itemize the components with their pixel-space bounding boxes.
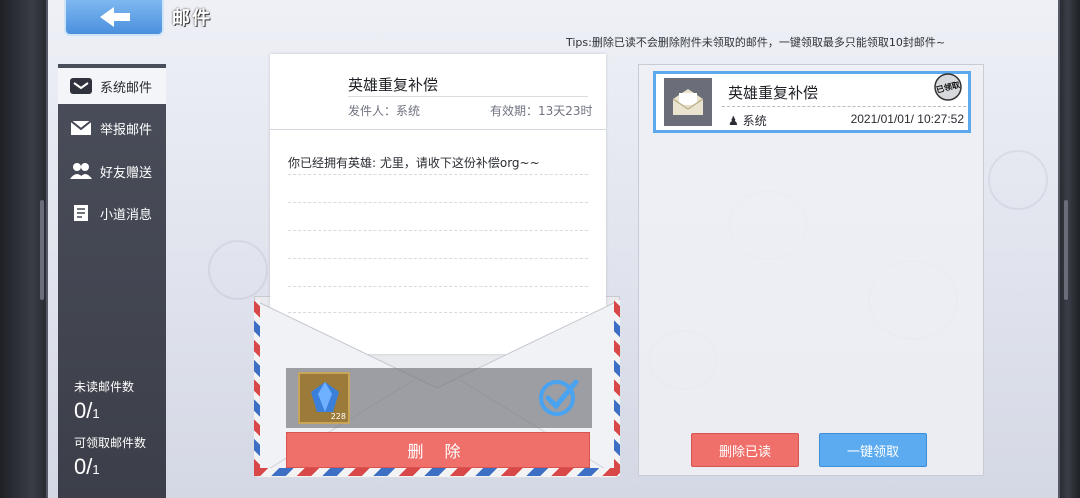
divider — [288, 286, 588, 287]
divider — [288, 258, 588, 259]
sidebar-item-system-mail[interactable]: 系统邮件 — [58, 68, 166, 104]
letter-header: 英雄重复补偿 发件人：系统 有效期：13天23时 — [270, 54, 606, 130]
sidebar-item-label: 举报邮件 — [100, 122, 153, 138]
friends-icon — [68, 161, 94, 181]
attachment-item[interactable]: 228 — [298, 372, 350, 424]
sidebar-item-label: 系统邮件 — [100, 80, 153, 96]
sidebar-item-label: 好友赠送 — [100, 165, 153, 181]
back-button[interactable] — [64, 0, 164, 36]
mail-item-title: 英雄重复补偿 — [728, 84, 819, 102]
left-frame-rail — [0, 0, 46, 498]
unread-count: 0/1 — [74, 398, 100, 423]
claimed-stamp: 已领取 — [930, 72, 966, 102]
mail-item-time: 2021/01/01/ 10:27:52 — [850, 112, 964, 126]
right-frame-rail — [1060, 0, 1080, 498]
claim-all-button[interactable]: 一键领取 — [819, 433, 927, 467]
divider — [722, 106, 966, 107]
open-envelope-icon — [664, 78, 712, 126]
attachment-count: 228 — [330, 412, 346, 421]
mail-list-panel: 英雄重复补偿 ♟ 系统 2021/01/01/ 10:27:52 已领取 删除已… — [638, 64, 984, 476]
rail-notch — [1064, 200, 1068, 300]
divider — [288, 230, 588, 231]
background-doodle — [208, 240, 268, 300]
news-icon — [68, 203, 94, 223]
letter-validity: 有效期：13天23时 — [490, 104, 593, 118]
blue-crystal-icon — [311, 382, 339, 412]
sidebar-item-label: 小道消息 — [100, 207, 153, 223]
divider — [348, 96, 588, 97]
letter-body: 你已经拥有英雄: 尤里，请收下这份补偿org~~ — [288, 156, 540, 170]
claimable-count: 0/1 — [74, 454, 100, 479]
mail-category-sidebar: 系统邮件 举报邮件 好友赠送 小道消息 未读邮件数 0/1 可领取邮件数 0/1 — [58, 64, 166, 498]
sidebar-item-friend-gift[interactable]: 好友赠送 — [58, 153, 166, 189]
airmail-stripe — [254, 300, 260, 470]
background-doodle — [988, 150, 1048, 210]
sidebar-item-gossip[interactable]: 小道消息 — [58, 195, 166, 231]
divider — [288, 174, 588, 175]
divider — [288, 202, 588, 203]
tips-text: Tips:删除已读不会删除附件未领取的邮件，一键领取最多只能领取10封邮件~ — [566, 36, 946, 49]
delete-mail-button[interactable]: 删 除 — [286, 432, 590, 468]
sidebar-item-report-mail[interactable]: 举报邮件 — [58, 110, 166, 146]
delete-read-button[interactable]: 删除已读 — [691, 433, 799, 467]
letter-title: 英雄重复补偿 — [348, 76, 439, 94]
back-arrow-icon — [100, 7, 130, 27]
airmail-stripe — [614, 300, 620, 470]
airmail-stripe — [254, 468, 620, 476]
rail-notch — [40, 200, 44, 300]
attachment-bar: 228 — [286, 368, 592, 428]
unread-count-label: 未读邮件数 — [74, 380, 135, 394]
system-mail-icon — [68, 76, 94, 96]
letter-sender: 发件人：系统 — [348, 104, 421, 118]
mail-screen: 邮件 Tips:删除已读不会删除附件未领取的邮件，一键领取最多只能领取10封邮件… — [46, 0, 1060, 498]
claimed-check-icon — [539, 379, 579, 416]
claimable-count-label: 可领取邮件数 — [74, 436, 147, 450]
mail-list-item[interactable]: 英雄重复补偿 ♟ 系统 2021/01/01/ 10:27:52 已领取 — [653, 71, 971, 133]
page-title: 邮件 — [172, 8, 212, 29]
person-icon: ♟ — [728, 114, 739, 128]
envelope-icon — [68, 118, 94, 138]
mail-item-sender: ♟ 系统 — [728, 114, 767, 128]
